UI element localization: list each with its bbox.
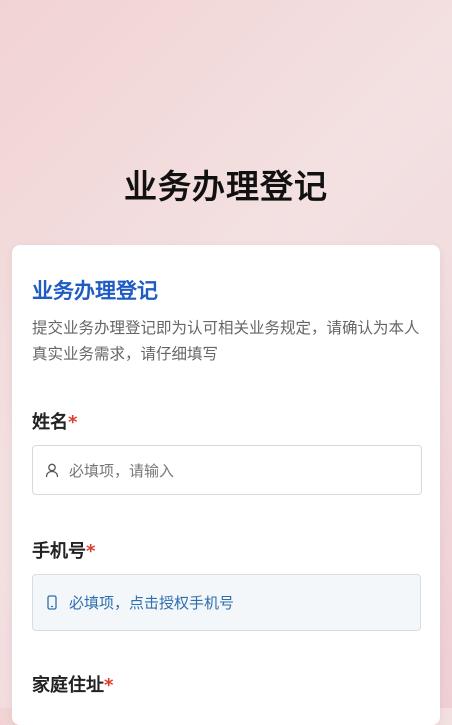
phone-icon <box>43 594 61 612</box>
address-label-text: 家庭住址 <box>32 675 104 696</box>
phone-authorize-text: 必填项，点击授权手机号 <box>69 594 235 612</box>
name-label: 姓名* <box>32 408 77 434</box>
card-description: 提交业务办理登记即为认可相关业务规定，请确认为本人真实业务需求，请仔细填写 <box>32 319 420 363</box>
page-title: 业务办理登记 <box>124 167 328 206</box>
card-title: 业务办理登记 <box>32 279 158 303</box>
required-mark: * <box>68 412 78 433</box>
name-label-text: 姓名 <box>32 412 68 433</box>
phone-authorize-field[interactable]: 必填项，点击授权手机号 <box>32 574 421 631</box>
required-mark: * <box>104 675 114 696</box>
name-input[interactable]: 必填项，请输入 <box>32 445 422 495</box>
phone-label: 手机号* <box>32 537 95 563</box>
name-input-placeholder: 必填项，请输入 <box>69 461 175 480</box>
user-icon <box>43 461 61 479</box>
address-label: 家庭住址* <box>32 671 113 697</box>
registration-card: 业务办理登记 提交业务办理登记即为认可相关业务规定，请确认为本人真实业务需求，请… <box>12 245 440 725</box>
required-mark: * <box>86 541 96 562</box>
phone-label-text: 手机号 <box>32 541 86 562</box>
